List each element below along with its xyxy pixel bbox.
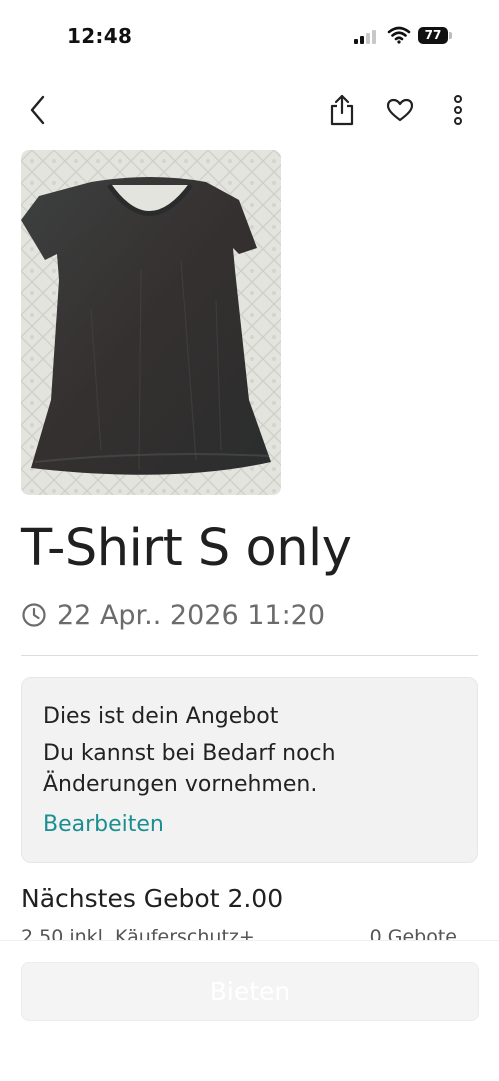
listing-photo[interactable] <box>21 150 281 495</box>
bid-count: 0 Gebote <box>369 926 457 940</box>
gray-tshirt-photo <box>21 150 281 495</box>
info-card-title: Dies ist dein Angebot <box>43 704 279 729</box>
top-nav-bar <box>0 88 499 134</box>
status-time: 12:48 <box>67 24 133 48</box>
info-card-body: Du kannst bei Bedarf noch Änderungen vor… <box>43 741 336 797</box>
heart-icon <box>386 98 414 122</box>
favorite-button[interactable] <box>380 88 420 132</box>
more-vertical-icon <box>454 95 462 125</box>
share-icon <box>330 94 354 126</box>
battery-level: 77 <box>424 28 442 42</box>
next-bid-label: Nächstes Gebot 2.00 <box>21 884 284 913</box>
listing-title: T-Shirt S only <box>21 519 352 578</box>
battery-nub <box>449 32 452 39</box>
listing-date-row: 22 Apr.. 2026 11:20 <box>21 598 325 632</box>
signal-icon <box>354 30 376 44</box>
bid-button[interactable]: Bieten <box>21 962 479 1021</box>
share-button[interactable] <box>322 88 362 132</box>
price-info-row: 2.50 inkl. Käuferschutz+ 0 Gebote <box>21 926 457 940</box>
own-offer-info-card: Dies ist dein Angebot Du kannst bei Beda… <box>21 677 478 863</box>
back-button[interactable] <box>18 88 58 132</box>
divider <box>21 655 478 656</box>
listing-date: 22 Apr.. 2026 11:20 <box>57 599 326 631</box>
price-with-protection: 2.50 inkl. Käuferschutz+ <box>21 926 255 940</box>
edit-link[interactable]: Bearbeiten <box>43 812 164 837</box>
status-bar: 12:48 77 <box>0 0 499 72</box>
clock-icon <box>22 603 46 627</box>
more-options-button[interactable] <box>438 88 478 132</box>
wifi-icon <box>387 26 411 44</box>
back-chevron-icon <box>30 95 45 125</box>
